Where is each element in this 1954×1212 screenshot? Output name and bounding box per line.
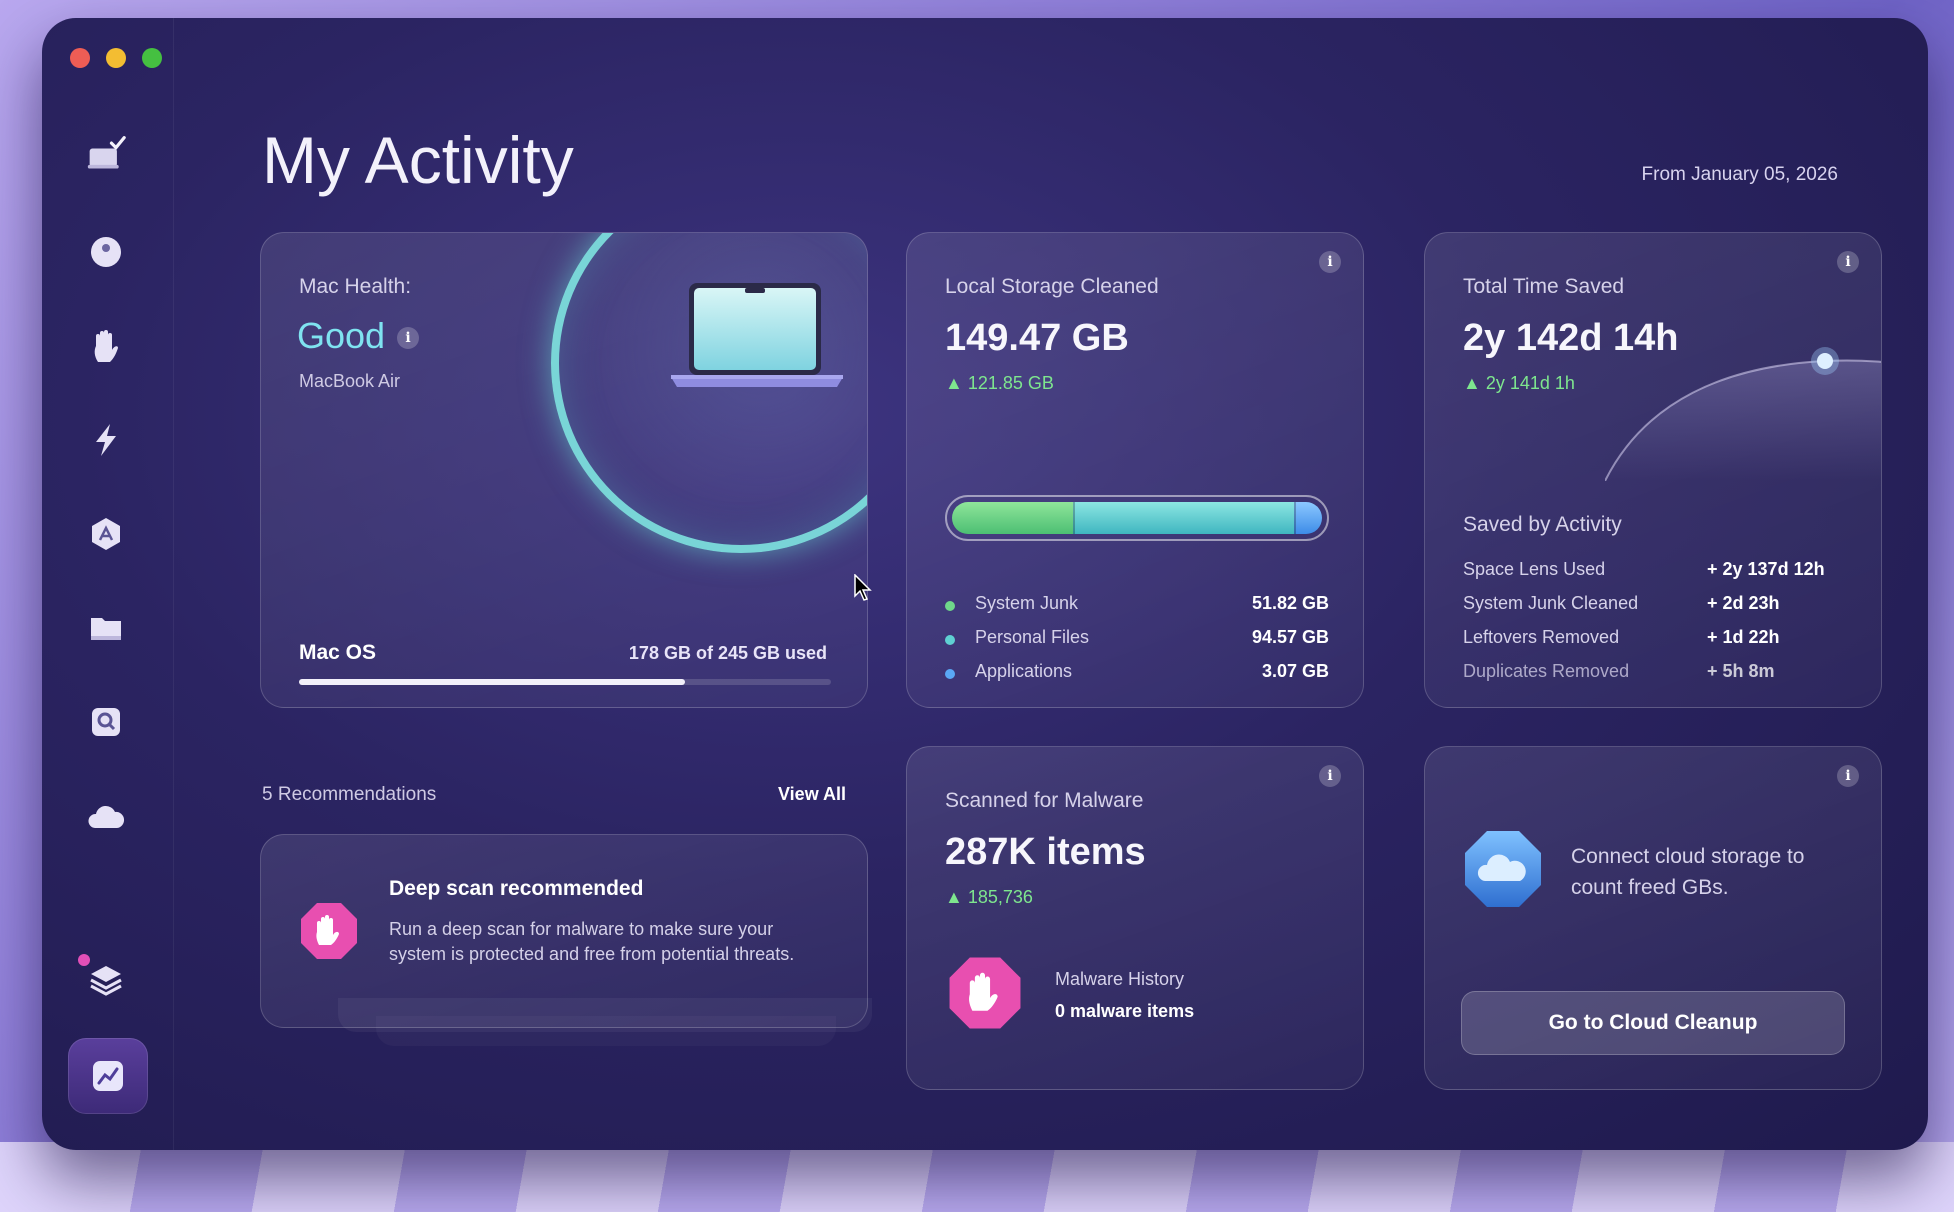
time-saved-info-button[interactable]: i <box>1837 251 1859 273</box>
recommendation-description: Run a deep scan for malware to make sure… <box>389 919 795 964</box>
legend-row: Applications 3.07 GB <box>945 661 1329 687</box>
cloud-icon <box>88 805 125 828</box>
storage-cleaned-card[interactable]: i Local Storage Cleaned 149.47 GB ▲ 121.… <box>906 232 1364 708</box>
legend-name: Applications <box>975 661 1073 681</box>
app-window: My Activity From January 05, 2026 Mac He… <box>42 18 1928 1150</box>
macbook-icon <box>671 283 843 387</box>
sidebar-item-space-lens[interactable] <box>86 702 126 742</box>
legend-dot <box>945 635 955 645</box>
stop-hand-icon <box>949 957 1021 1029</box>
legend-value: 51.82 GB <box>1251 593 1329 613</box>
legend-name: System Junk <box>975 593 1079 613</box>
my-clutter-folder-icon <box>91 618 121 640</box>
activity-value: + 2y 137d 12h <box>1707 559 1825 579</box>
legend-row: Personal Files 94.57 GB <box>945 627 1329 653</box>
storage-info-button[interactable]: i <box>1319 251 1341 273</box>
recommendation-card[interactable]: Deep scan recommended Run a deep scan fo… <box>260 834 868 1028</box>
page-title: My Activity <box>262 123 574 197</box>
health-info-button[interactable]: i <box>397 327 419 349</box>
recommendations-count: 5 Recommendations <box>262 784 437 805</box>
go-to-cloud-cleanup-button[interactable]: Go to Cloud Cleanup <box>1461 991 1845 1055</box>
sidebar-item-smart-care[interactable] <box>86 134 126 174</box>
mac-health-card[interactable]: Mac Health: Good i MacBook Air Mac OS 17… <box>260 232 868 708</box>
activity-name: Duplicates Removed <box>1463 661 1630 681</box>
sidebar-item-my-activity[interactable] <box>68 1038 148 1114</box>
legend-name: Personal Files <box>975 627 1090 647</box>
activity-value: + 2d 23h <box>1707 593 1780 613</box>
activity-value: + 1d 22h <box>1707 627 1780 647</box>
activity-row: System Junk Cleaned + 2d 23h <box>1463 593 1839 619</box>
recommendation-title: Deep scan recommended <box>389 877 644 900</box>
legend-row: System Junk 51.82 GB <box>945 593 1329 619</box>
time-saved-label: Total Time Saved <box>1463 275 1625 298</box>
time-saved-value: 2y 142d 14h <box>1463 317 1679 359</box>
mac-model: MacBook Air <box>299 371 401 391</box>
sidebar-item-cleanup[interactable] <box>86 232 126 272</box>
sidebar <box>42 18 174 1150</box>
date-range: From January 05, 2026 <box>1641 164 1838 185</box>
disk-usage-bar-fill <box>299 679 686 685</box>
disk-usage-bar <box>299 679 831 685</box>
space-lens-icon <box>92 708 120 736</box>
activity-row: Space Lens Used + 2y 137d 12h <box>1463 559 1839 585</box>
time-saved-delta: ▲ 2y 141d 1h <box>1463 373 1575 393</box>
mac-health-label: Mac Health: <box>299 275 412 298</box>
sidebar-item-applications[interactable] <box>86 514 126 554</box>
malware-value: 287K items <box>945 831 1146 873</box>
time-saved-arc <box>1605 347 1881 481</box>
sidebar-item-performance[interactable] <box>86 420 126 460</box>
desktop-background <box>0 1142 1954 1212</box>
malware-scan-card[interactable]: i Scanned for Malware 287K items ▲ 185,7… <box>906 746 1364 1090</box>
sidebar-item-cloud[interactable] <box>86 798 126 838</box>
malware-history-value: 0 malware items <box>1055 1001 1195 1021</box>
sidebar-item-my-clutter[interactable] <box>86 608 126 648</box>
mouse-pointer-icon <box>854 574 872 601</box>
smart-care-icon <box>87 136 126 169</box>
activity-name: Space Lens Used <box>1463 559 1606 579</box>
storage-delta: ▲ 121.85 GB <box>945 373 1054 393</box>
cloud-info-button[interactable]: i <box>1837 765 1859 787</box>
saved-by-activity-title: Saved by Activity <box>1463 513 1622 536</box>
legend-dot <box>945 669 955 679</box>
sidebar-item-assistant[interactable] <box>86 960 126 1000</box>
cloud-connect-text: Connect cloud storage to count freed GBs… <box>1571 845 1805 899</box>
storage-value: 149.47 GB <box>945 317 1129 359</box>
malware-info-button[interactable]: i <box>1319 765 1341 787</box>
malware-history-label: Malware History <box>1055 969 1185 989</box>
activity-row: Leftovers Removed + 1d 22h <box>1463 627 1839 653</box>
protection-hand-icon <box>94 330 118 362</box>
performance-bolt-icon <box>96 424 116 456</box>
disk-usage-text: 178 GB of 245 GB used <box>628 643 827 663</box>
health-status: Good <box>297 315 386 356</box>
legend-dot <box>945 601 955 611</box>
legend-value: 3.07 GB <box>1261 661 1329 681</box>
stop-hand-icon <box>301 903 357 959</box>
storage-bar-segment-applications <box>1293 502 1322 534</box>
activity-value: + 5h 8m <box>1707 661 1775 681</box>
storage-breakdown-bar <box>945 495 1329 541</box>
activity-name: Leftovers Removed <box>1463 627 1620 647</box>
storage-label: Local Storage Cleaned <box>945 275 1159 298</box>
time-saved-card[interactable]: i Total Time Saved 2y 142d 14h ▲ 2y 141d… <box>1424 232 1882 708</box>
cloud-storage-card[interactable]: i Connect cloud storage to count freed G… <box>1424 746 1882 1090</box>
storage-bar-segment-system-junk <box>952 502 1074 534</box>
activity-row: Duplicates Removed + 5h 8m <box>1463 661 1839 687</box>
cloud-storage-icon <box>1465 831 1541 907</box>
view-all-link[interactable]: View All <box>778 784 846 805</box>
malware-label: Scanned for Malware <box>945 789 1144 812</box>
assistant-layers-icon <box>90 966 122 996</box>
storage-bar-segment-personal-files <box>1073 502 1294 534</box>
malware-delta: ▲ 185,736 <box>945 887 1033 907</box>
sidebar-item-protection[interactable] <box>86 326 126 366</box>
activity-name: System Junk Cleaned <box>1463 593 1639 613</box>
os-label: Mac OS <box>299 641 377 664</box>
my-activity-chart-icon <box>93 1061 123 1091</box>
applications-icon <box>92 518 120 550</box>
legend-value: 94.57 GB <box>1251 627 1329 647</box>
cleanup-icon <box>91 237 121 267</box>
